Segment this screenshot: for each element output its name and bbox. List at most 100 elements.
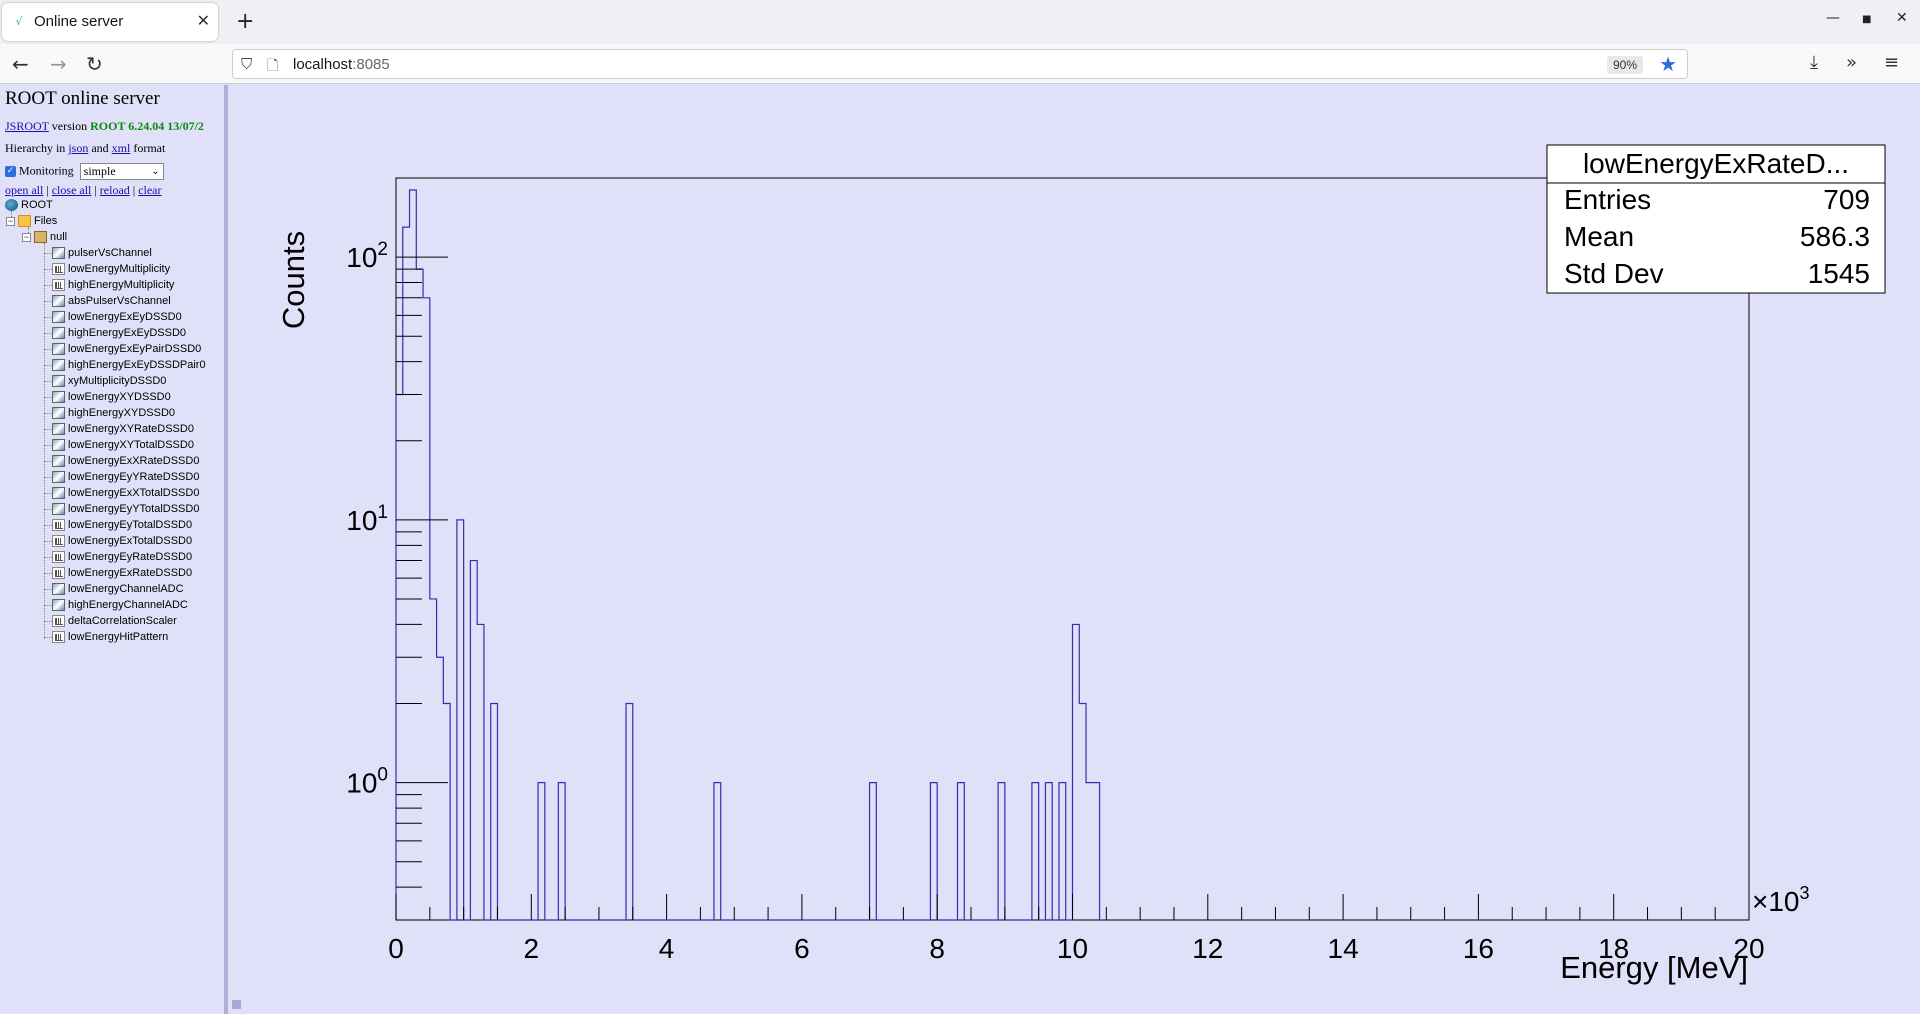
histogram-2d-icon	[52, 391, 65, 404]
tree-item-label: highEnergyXYDSSD0	[68, 407, 176, 419]
clear-link[interactable]: clear	[138, 183, 161, 197]
tree-item-label: lowEnergyChannelADC	[68, 583, 184, 595]
page-title: ROOT online server	[5, 88, 160, 109]
tree-item-label: lowEnergyXYDSSD0	[68, 391, 171, 403]
new-tab-button[interactable]: +	[236, 9, 254, 34]
monitoring-checkbox[interactable]: ✓	[5, 166, 16, 177]
tree-item[interactable]: lowEnergyExXTotalDSSD0	[44, 485, 199, 501]
histogram-2d-icon	[52, 471, 65, 484]
tree-item-label: lowEnergyXYTotalDSSD0	[68, 439, 194, 451]
tree-item[interactable]: lowEnergyExTotalDSSD0	[44, 533, 192, 549]
tab-title: Online server	[34, 13, 124, 30]
y-axis-label: Counts	[276, 231, 311, 329]
histogram-1d-icon	[52, 519, 65, 532]
stats-box[interactable]: lowEnergyExRateD... Entries 709 Mean 586…	[1546, 144, 1886, 294]
tree-item[interactable]: pulserVsChannel	[44, 245, 152, 261]
histogram-2d-icon	[52, 503, 65, 516]
bookmark-star-icon[interactable]: ★	[1659, 52, 1677, 76]
back-icon[interactable]: ←	[12, 52, 29, 76]
browser-tab[interactable]: √ Online server ✕	[2, 3, 218, 41]
tree-item-label: absPulserVsChannel	[68, 295, 171, 307]
monitoring-label: Monitoring	[19, 163, 74, 178]
close-tab-icon[interactable]: ✕	[197, 11, 210, 30]
version-value: ROOT 6.24.04 13/07/2	[90, 119, 204, 133]
hamburger-menu-icon[interactable]: ≡	[1884, 52, 1899, 73]
histogram-2d-icon	[52, 407, 65, 420]
histogram-1d-icon	[52, 567, 65, 580]
close-window-button[interactable]: ✕	[1896, 10, 1908, 26]
collapse-icon[interactable]: −	[22, 232, 31, 242]
tree-item-label: lowEnergyEyYTotalDSSD0	[68, 503, 200, 515]
jsroot-link[interactable]: JSROOT	[5, 119, 49, 133]
tree-item[interactable]: lowEnergyExRateDSSD0	[44, 565, 192, 581]
tree-item-label: lowEnergyExTotalDSSD0	[68, 535, 193, 547]
main-panel: 0 2 4 6 8 10 12 14 16 18 20 100 101 102 ×103 Energy …	[228, 85, 1920, 1014]
histogram-2d-icon	[52, 439, 65, 452]
histogram-1d-icon	[52, 263, 65, 276]
tree-item[interactable]: lowEnergyXYRateDSSD0	[44, 421, 194, 437]
tree-item[interactable]: highEnergyChannelADC	[44, 597, 188, 613]
x-tick-label: 16	[1463, 933, 1494, 964]
tree-item[interactable]: xyMultiplicityDSSD0	[44, 373, 166, 389]
tree-item[interactable]: lowEnergyExEyDSSD0	[44, 309, 182, 325]
tree-item-label: highEnergyExEyDSSD0	[68, 327, 187, 339]
reload-icon[interactable]: ↻	[86, 52, 103, 76]
x-tick-label: 6	[794, 933, 810, 964]
stats-mean-label: Mean	[1564, 221, 1634, 252]
page-icon: 🗋	[267, 58, 279, 74]
tree-item[interactable]: lowEnergyXYTotalDSSD0	[44, 437, 194, 453]
forward-icon[interactable]: →	[50, 52, 67, 76]
overflow-menu-icon[interactable]: »	[1846, 52, 1857, 73]
close-all-link[interactable]: close all	[52, 183, 92, 197]
address-bar[interactable]: ⛉ 🗋 localhost:8085 90% ★	[232, 49, 1688, 79]
download-icon[interactable]: ⤓	[1810, 52, 1818, 73]
stats-mean-value: 586.3	[1800, 221, 1870, 252]
tree-root[interactable]: ROOT	[5, 197, 53, 213]
tree-item[interactable]: deltaCorrelationScaler	[44, 613, 177, 629]
y-tick-label: 100	[346, 765, 388, 799]
x-tick-label: 2	[524, 933, 540, 964]
tree-item[interactable]: lowEnergyMultiplicity	[44, 261, 170, 277]
tree-item[interactable]: lowEnergyXYDSSD0	[44, 389, 171, 405]
minimize-button[interactable]: —	[1826, 10, 1840, 26]
tree-files[interactable]: − Files	[6, 213, 57, 229]
tree-item[interactable]: lowEnergyChannelADC	[44, 581, 184, 597]
histogram-1d-icon	[52, 535, 65, 548]
shield-icon[interactable]: ⛉	[241, 55, 252, 73]
tree-item[interactable]: lowEnergyEyTotalDSSD0	[44, 517, 192, 533]
tree-item[interactable]: highEnergyExEyDSSDPair0	[44, 357, 206, 373]
histogram-canvas[interactable]: 0 2 4 6 8 10 12 14 16 18 20 100101102 ×103 Energy …	[228, 85, 1920, 1014]
tree-item[interactable]: highEnergyExEyDSSD0	[44, 325, 186, 341]
tree-item-label: lowEnergyExRateDSSD0	[68, 567, 193, 579]
tree-item[interactable]: lowEnergyEyRateDSSD0	[44, 549, 192, 565]
chevron-down-icon: ⌄	[151, 166, 160, 177]
tree-item[interactable]: lowEnergyExEyPairDSSD0	[44, 341, 201, 357]
resize-handle[interactable]	[232, 1000, 241, 1009]
maximize-button[interactable]: ■	[1862, 14, 1871, 25]
tree-item[interactable]: lowEnergyEyYTotalDSSD0	[44, 501, 199, 517]
tree-item[interactable]: absPulserVsChannel	[44, 293, 171, 309]
tree-item[interactable]: lowEnergyEyYRateDSSD0	[44, 469, 199, 485]
histogram-2d-icon	[52, 599, 65, 612]
tree-item-label: lowEnergyExXTotalDSSD0	[68, 487, 200, 499]
tree-item[interactable]: lowEnergyHitPattern	[44, 629, 168, 645]
histogram-2d-icon	[52, 327, 65, 340]
histogram-2d-icon	[52, 487, 65, 500]
tree-item[interactable]: highEnergyMultiplicity	[44, 277, 174, 293]
json-link[interactable]: json	[68, 141, 88, 155]
reload-link[interactable]: reload	[100, 183, 130, 197]
tree-item[interactable]: highEnergyXYDSSD0	[44, 405, 175, 421]
tree-item-label: highEnergyChannelADC	[68, 599, 188, 611]
x-tick-label: 0	[388, 933, 404, 964]
tree-item-label: deltaCorrelationScaler	[68, 615, 177, 627]
monitoring-mode-select[interactable]: simple ⌄	[79, 163, 164, 180]
tree-item-label: highEnergyExEyDSSDPair0	[68, 359, 206, 371]
tree-item-label: lowEnergyExEyDSSD0	[68, 311, 182, 323]
xml-link[interactable]: xml	[112, 141, 131, 155]
stats-stddev-label: Std Dev	[1564, 258, 1664, 289]
tree-item[interactable]: lowEnergyExXRateDSSD0	[44, 453, 199, 469]
collapse-icon[interactable]: −	[6, 216, 15, 226]
open-all-link[interactable]: open all	[5, 183, 43, 197]
stats-stddev-value: 1545	[1808, 258, 1870, 289]
zoom-level-badge[interactable]: 90%	[1606, 56, 1643, 74]
